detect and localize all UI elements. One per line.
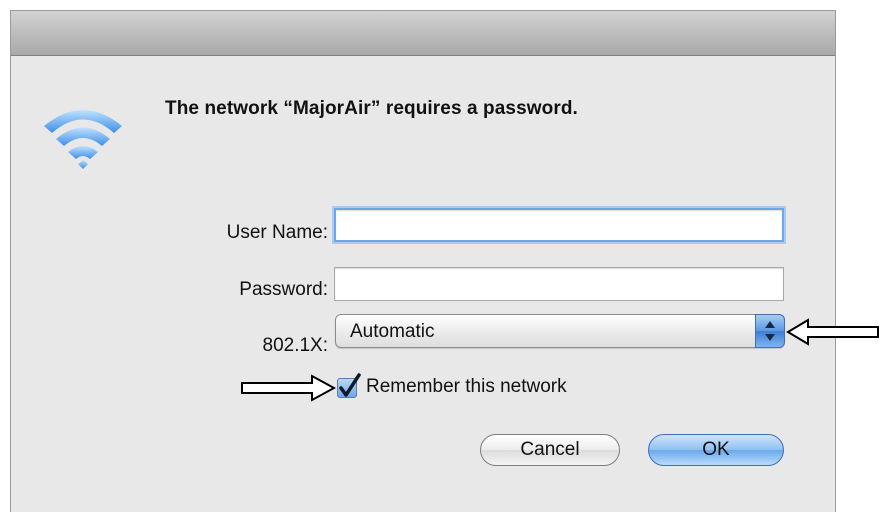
auth-mode-select[interactable]: Automatic [335, 314, 785, 348]
wifi-icon [40, 98, 126, 174]
right-arrow-annotation-icon [241, 374, 336, 402]
checkmark-icon [339, 373, 361, 397]
password-label: Password: [239, 279, 328, 300]
ok-button[interactable]: OK [648, 434, 784, 466]
cancel-button[interactable]: Cancel [480, 434, 620, 466]
left-arrow-annotation-icon [786, 318, 879, 346]
auth-label: 802.1X: [262, 335, 329, 356]
username-label: User Name: [226, 222, 328, 243]
remember-network-checkbox[interactable] [337, 373, 361, 398]
screenshot-stage: The network “MajorAir” requires a passwo… [0, 0, 880, 512]
dialog-message: The network “MajorAir” requires a passwo… [165, 98, 578, 119]
select-arrows-icon [755, 314, 785, 348]
password-input[interactable] [334, 267, 784, 301]
remember-network-label[interactable]: Remember this network [366, 376, 567, 398]
username-input[interactable] [334, 208, 784, 242]
title-bar[interactable] [11, 11, 835, 56]
auth-mode-value: Automatic [350, 321, 435, 342]
